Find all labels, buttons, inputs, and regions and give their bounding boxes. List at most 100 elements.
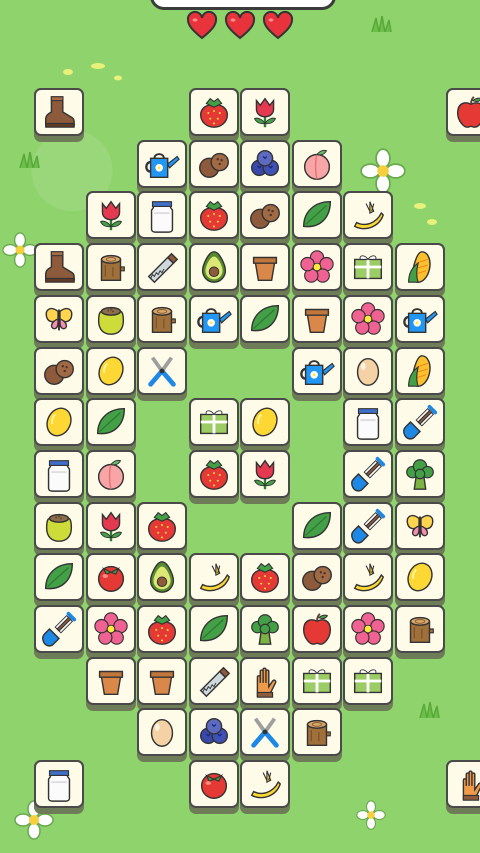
tile-gift[interactable] bbox=[188, 398, 239, 453]
tile-pruner[interactable] bbox=[137, 346, 187, 401]
tile-apple[interactable] bbox=[291, 605, 342, 659]
tile-boot[interactable] bbox=[34, 243, 84, 298]
tile-pink-flower[interactable] bbox=[291, 243, 342, 298]
tile-banana[interactable] bbox=[343, 191, 393, 246]
tile-coconut[interactable] bbox=[291, 553, 342, 608]
pruner-icon bbox=[251, 717, 279, 749]
tile-watering-can[interactable] bbox=[137, 139, 187, 194]
tile-stump[interactable] bbox=[394, 605, 445, 659]
tile-leaf[interactable] bbox=[240, 294, 290, 349]
tile-strawberry[interactable] bbox=[188, 449, 239, 504]
tile-blueberries[interactable] bbox=[240, 139, 290, 194]
tile-tomato[interactable] bbox=[85, 553, 136, 608]
tile-glove[interactable] bbox=[446, 760, 480, 815]
tile-tulip[interactable] bbox=[240, 449, 290, 504]
tile-shovel[interactable] bbox=[343, 449, 393, 504]
tile-shovel[interactable] bbox=[343, 501, 393, 556]
tile-saw[interactable] bbox=[188, 656, 239, 711]
tile-blueberries[interactable] bbox=[188, 708, 239, 763]
glove-icon bbox=[256, 667, 277, 698]
tile-banana[interactable] bbox=[188, 553, 239, 608]
tile-watering-can[interactable] bbox=[291, 346, 342, 401]
tile-flowerpot[interactable] bbox=[85, 656, 136, 711]
tile-leaf[interactable] bbox=[188, 605, 239, 659]
tile-face bbox=[291, 656, 342, 705]
tile-gift[interactable] bbox=[343, 243, 393, 298]
tile-glove[interactable] bbox=[240, 656, 290, 711]
tile-coconut[interactable] bbox=[188, 139, 239, 194]
tile-avocado[interactable] bbox=[188, 243, 239, 298]
tile-stump[interactable] bbox=[137, 294, 187, 349]
tile-flowerpot[interactable] bbox=[291, 294, 342, 349]
tile-strawberry[interactable] bbox=[188, 88, 239, 142]
tile-milk-jar[interactable] bbox=[137, 191, 187, 246]
tile-boot[interactable] bbox=[34, 88, 84, 142]
tile-shovel[interactable] bbox=[394, 398, 445, 453]
tile-egg[interactable] bbox=[137, 708, 187, 763]
egg-icon bbox=[150, 719, 174, 748]
tile-butterfly[interactable] bbox=[394, 501, 445, 556]
tile-corn[interactable] bbox=[394, 243, 445, 298]
tile-stump[interactable] bbox=[291, 708, 342, 763]
tile-milk-jar[interactable] bbox=[34, 449, 84, 504]
tile-milk-jar[interactable] bbox=[343, 398, 393, 453]
tile-banana[interactable] bbox=[240, 760, 290, 815]
tile-milk-jar[interactable] bbox=[34, 760, 84, 815]
heart-life-icon bbox=[262, 10, 294, 40]
tile-banana[interactable] bbox=[343, 553, 393, 608]
tile-coconut[interactable] bbox=[240, 191, 290, 246]
tile-seed-sack[interactable] bbox=[85, 294, 136, 349]
tile-gift[interactable] bbox=[343, 656, 393, 711]
tile-flowerpot[interactable] bbox=[240, 243, 290, 298]
tile-leaf[interactable] bbox=[291, 191, 342, 246]
tile-pruner[interactable] bbox=[240, 708, 290, 763]
tile-butterfly[interactable] bbox=[34, 294, 84, 349]
tile-tulip[interactable] bbox=[240, 88, 290, 142]
tile-face bbox=[394, 243, 445, 292]
tulip-icon bbox=[99, 511, 122, 541]
tile-tulip[interactable] bbox=[85, 501, 136, 556]
tile-face bbox=[240, 243, 290, 292]
tile-face bbox=[291, 191, 342, 240]
tile-face bbox=[34, 398, 84, 447]
tile-lemon[interactable] bbox=[85, 346, 136, 401]
tile-strawberry[interactable] bbox=[188, 191, 239, 246]
tile-egg[interactable] bbox=[343, 346, 393, 401]
tile-stump[interactable] bbox=[85, 243, 136, 298]
tile-lemon[interactable] bbox=[34, 398, 84, 453]
tile-leaf[interactable] bbox=[85, 398, 136, 453]
tile-tulip[interactable] bbox=[85, 191, 136, 246]
tile-corn[interactable] bbox=[394, 346, 445, 401]
tile-coconut[interactable] bbox=[34, 346, 84, 401]
tile-peach[interactable] bbox=[291, 139, 342, 194]
tile-leaf[interactable] bbox=[34, 553, 84, 608]
tile-leaf[interactable] bbox=[291, 501, 342, 556]
stump-icon bbox=[100, 254, 125, 282]
tile-peach[interactable] bbox=[85, 449, 136, 504]
tile-pink-flower[interactable] bbox=[85, 605, 136, 659]
tile-strawberry[interactable] bbox=[137, 501, 187, 556]
tile-gift[interactable] bbox=[291, 656, 342, 711]
tile-face bbox=[34, 243, 84, 292]
tile-saw[interactable] bbox=[137, 243, 187, 298]
tile-watering-can[interactable] bbox=[188, 294, 239, 349]
tile-pink-flower[interactable] bbox=[343, 605, 393, 659]
tile-watering-can[interactable] bbox=[394, 294, 445, 349]
tile-lemon[interactable] bbox=[240, 398, 290, 453]
tile-broccoli[interactable] bbox=[394, 449, 445, 504]
tile-avocado[interactable] bbox=[137, 553, 187, 608]
tile-lemon[interactable] bbox=[394, 553, 445, 608]
daisy-decoration-icon bbox=[356, 800, 386, 830]
tile-shovel[interactable] bbox=[34, 605, 84, 659]
tile-apple[interactable] bbox=[446, 88, 480, 142]
tile-face bbox=[343, 346, 393, 395]
tile-broccoli[interactable] bbox=[240, 605, 290, 659]
tile-seed-sack[interactable] bbox=[34, 501, 84, 556]
tile-face bbox=[188, 139, 239, 188]
tile-strawberry[interactable] bbox=[137, 605, 187, 659]
tile-flowerpot[interactable] bbox=[137, 656, 187, 711]
tile-pink-flower[interactable] bbox=[343, 294, 393, 349]
lemon-icon bbox=[406, 562, 433, 592]
tile-tomato[interactable] bbox=[188, 760, 239, 815]
tile-strawberry[interactable] bbox=[240, 553, 290, 608]
